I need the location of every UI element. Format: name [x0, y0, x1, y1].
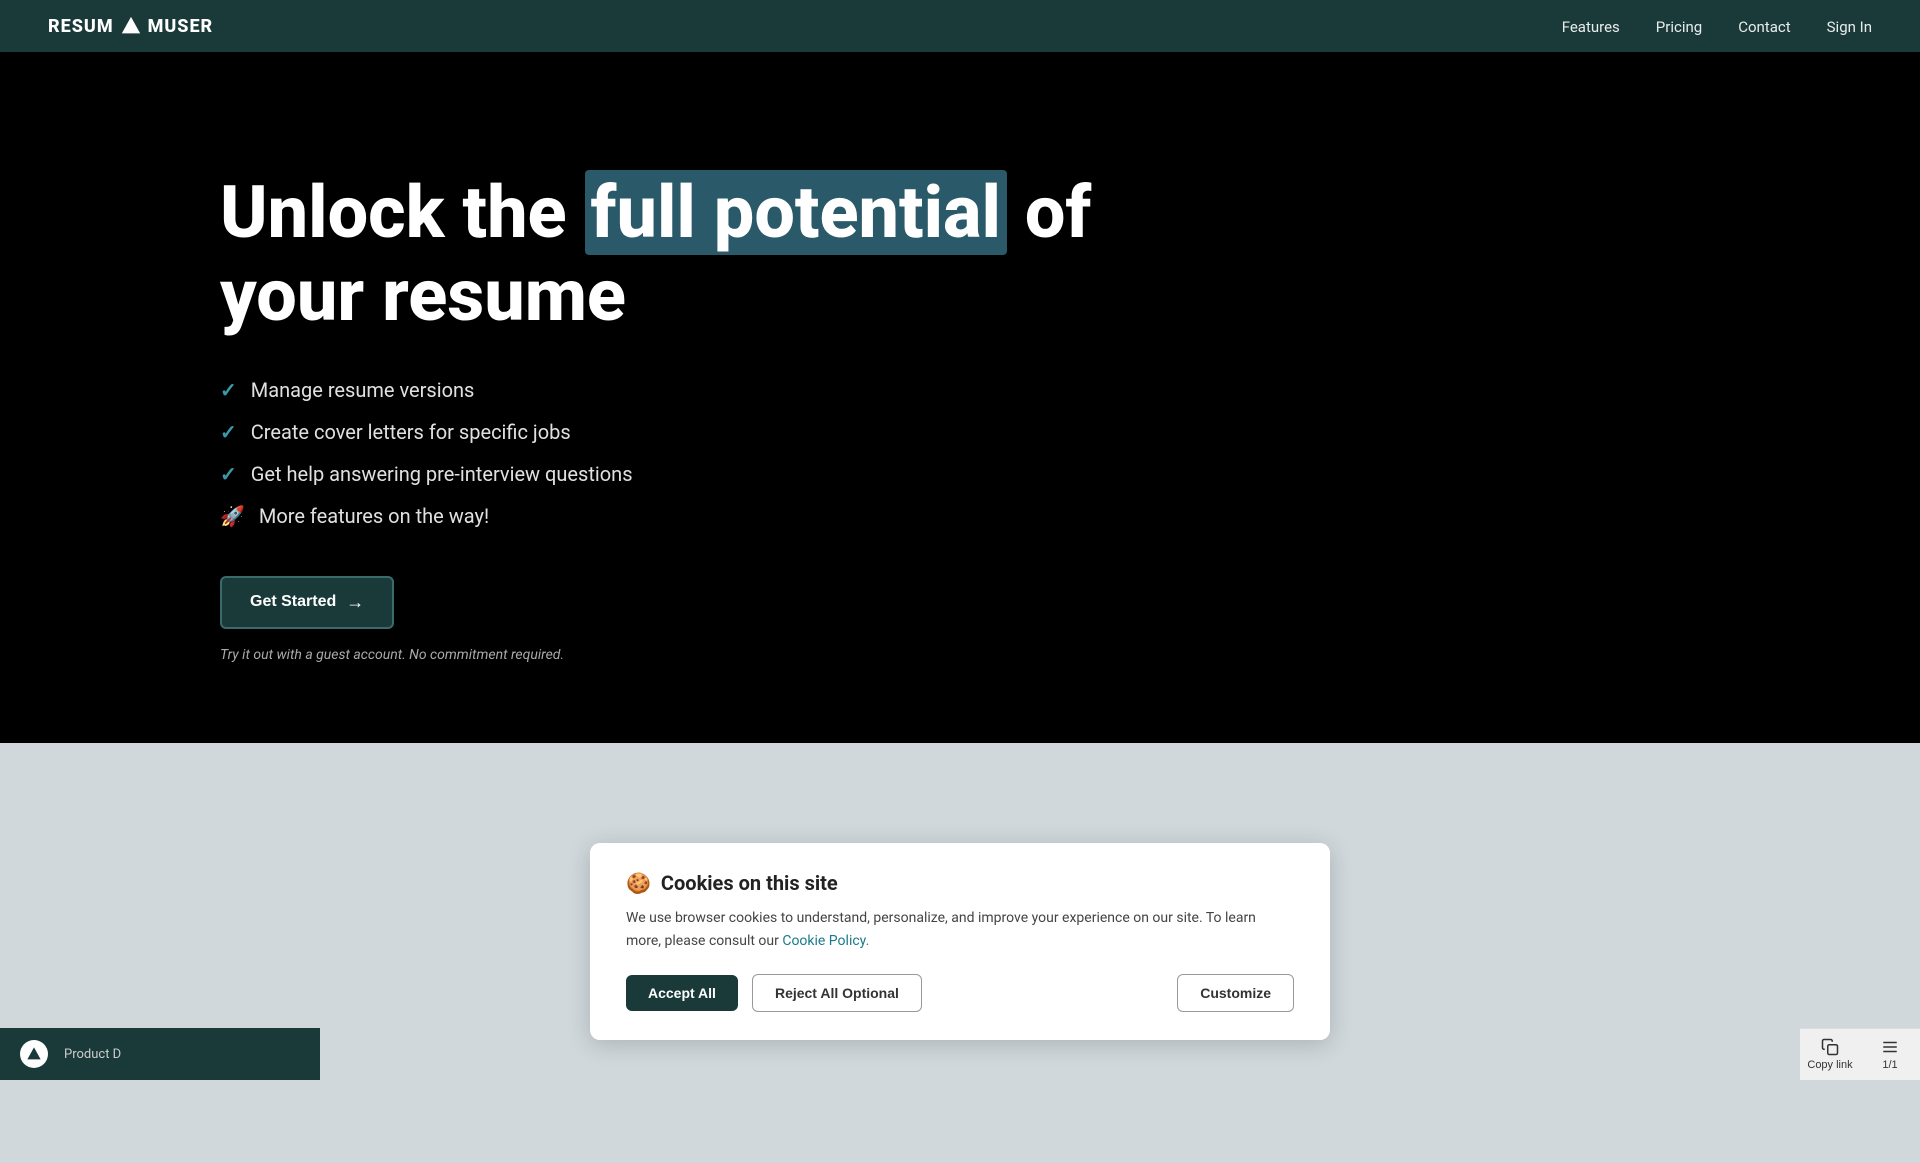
menu-icon [1881, 1038, 1899, 1056]
get-started-label: Get Started [250, 593, 336, 611]
cookie-banner: 🍪 Cookies on this site We use browser co… [590, 843, 1330, 1040]
arrow-icon: → [346, 592, 364, 613]
guest-note: Try it out with a guest account. No comm… [220, 647, 1700, 663]
hero-title-before: Unlock the [220, 170, 585, 255]
bottom-bar-logo [20, 1040, 48, 1068]
page-count-label: 1/1 [1882, 1059, 1897, 1071]
feature-text-3: Get help answering pre-interview questio… [251, 462, 633, 486]
feature-text-4: More features on the way! [259, 504, 489, 528]
cookie-body: We use browser cookies to understand, pe… [626, 907, 1294, 952]
feature-item-2: ✓ Create cover letters for specific jobs [220, 420, 1700, 444]
copy-link-button[interactable]: Copy link [1800, 1029, 1860, 1080]
logo-icon [120, 15, 142, 37]
page-menu-button[interactable]: 1/1 [1860, 1029, 1920, 1080]
hero-title-highlight: full potential [585, 170, 1007, 255]
check-icon-3: ✓ [220, 462, 237, 486]
nav-signin[interactable]: Sign In [1827, 18, 1872, 36]
cookie-title-text: Cookies on this site [661, 871, 838, 895]
check-icon-1: ✓ [220, 378, 237, 402]
rocket-icon: 🚀 [220, 504, 245, 528]
logo-text-resum: RESUM [48, 16, 114, 37]
bottom-bar-text: Product D [64, 1047, 121, 1062]
copy-link-icon [1821, 1038, 1839, 1056]
bottom-logo-icon [26, 1046, 42, 1062]
get-started-button[interactable]: Get Started → [220, 576, 394, 629]
copy-link-label: Copy link [1807, 1059, 1852, 1071]
feature-text-2: Create cover letters for specific jobs [251, 420, 571, 444]
bottom-bar: Product D [0, 1028, 320, 1080]
feature-item-1: ✓ Manage resume versions [220, 378, 1700, 402]
cookie-title: 🍪 Cookies on this site [626, 871, 1294, 895]
accept-all-button[interactable]: Accept All [626, 975, 738, 1011]
customize-button[interactable]: Customize [1177, 974, 1294, 1012]
cookie-actions: Accept All Reject All Optional Customize [626, 974, 1294, 1012]
feature-item-3: ✓ Get help answering pre-interview quest… [220, 462, 1700, 486]
check-icon-2: ✓ [220, 420, 237, 444]
nav-features[interactable]: Features [1562, 18, 1620, 36]
logo-text-muser: MUSER [148, 16, 214, 37]
cookie-icon: 🍪 [626, 871, 651, 895]
hero-section: Unlock the full potential of your resume… [0, 52, 1920, 743]
nav-contact[interactable]: Contact [1738, 18, 1790, 36]
feature-item-4: 🚀 More features on the way! [220, 504, 1700, 528]
cookie-policy-link[interactable]: Cookie Policy. [782, 933, 869, 949]
cookie-body-text: We use browser cookies to understand, pe… [626, 910, 1256, 948]
navbar: RESUM MUSER Features Pricing Contact Sig… [0, 0, 1920, 52]
reject-optional-button[interactable]: Reject All Optional [752, 974, 922, 1012]
logo: RESUM MUSER [48, 15, 213, 37]
hero-title: Unlock the full potential of your resume [220, 172, 1220, 338]
feature-text-1: Manage resume versions [251, 378, 475, 402]
feature-list: ✓ Manage resume versions ✓ Create cover … [220, 378, 1700, 528]
bottom-actions: Copy link 1/1 [1800, 1028, 1920, 1080]
nav-pricing[interactable]: Pricing [1656, 18, 1702, 36]
nav-links: Features Pricing Contact Sign In [1562, 17, 1872, 36]
